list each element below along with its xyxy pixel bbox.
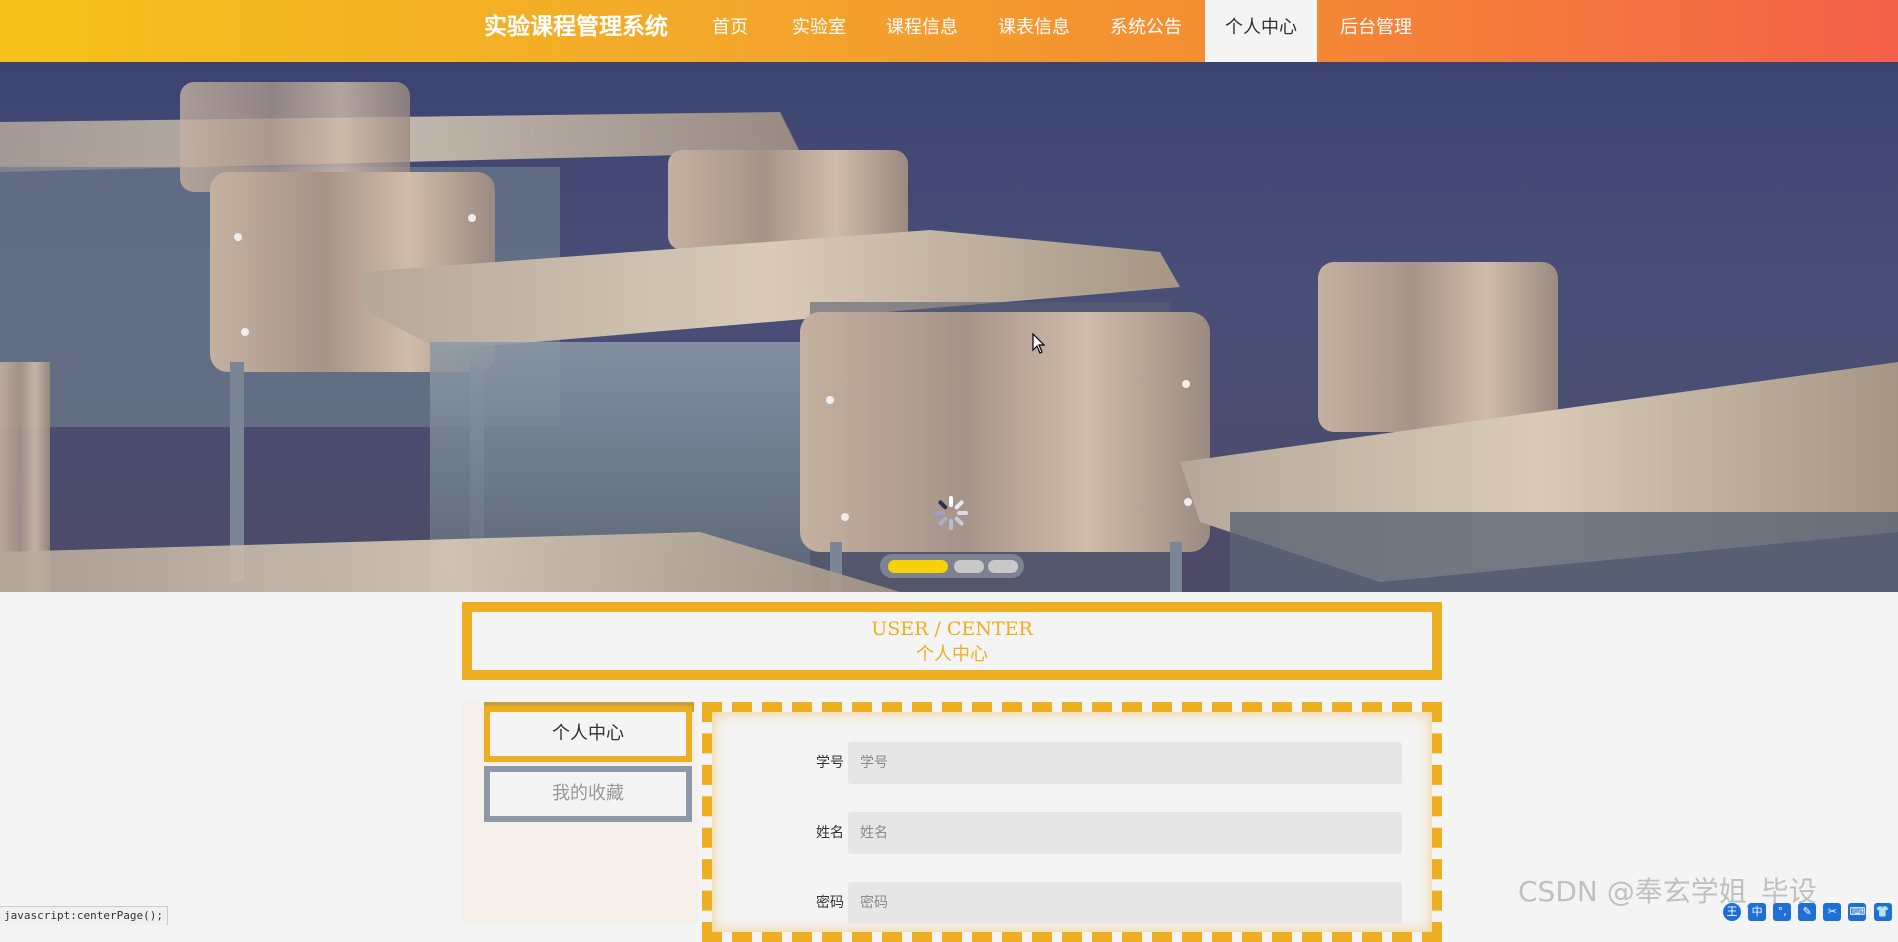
form-row-name: 姓名 <box>712 812 1432 854</box>
section-title-cn: 个人中心 <box>916 644 988 665</box>
nav-announcements[interactable]: 系统公告 <box>1100 0 1192 62</box>
nav-course-info[interactable]: 课程信息 <box>876 0 968 62</box>
side-menu-favorites[interactable]: 我的收藏 <box>484 766 692 822</box>
ime-logo-icon[interactable]: 王 <box>1723 903 1741 921</box>
browser-status-bar: javascript:centerPage(); <box>0 906 168 925</box>
nav-admin[interactable]: 后台管理 <box>1330 0 1422 62</box>
profile-form-panel: 学号 姓名 密码 <box>702 702 1442 942</box>
side-menu-personal-center[interactable]: 个人中心 <box>484 706 692 762</box>
chinese-mode-icon[interactable]: 中 <box>1748 903 1767 921</box>
nav-laboratory[interactable]: 实验室 <box>780 0 858 62</box>
section-title-en: USER / CENTER <box>871 618 1033 640</box>
nav-timetable-info[interactable]: 课表信息 <box>988 0 1080 62</box>
mouse-cursor-icon <box>1032 333 1046 354</box>
carousel-dot-2[interactable] <box>954 560 984 573</box>
handwriting-icon[interactable]: ✎ <box>1798 903 1817 921</box>
spinner-icon <box>934 496 968 530</box>
banner-carousel[interactable] <box>0 62 1898 592</box>
keyboard-icon[interactable]: ⌨ <box>1848 903 1867 921</box>
section-title-box: USER / CENTER 个人中心 <box>462 602 1442 680</box>
carousel-dot-1[interactable] <box>888 560 948 573</box>
site-title[interactable]: 实验课程管理系统 <box>484 0 668 54</box>
skin-icon[interactable]: 👕 <box>1873 903 1892 921</box>
punctuation-icon[interactable]: °, <box>1773 903 1792 921</box>
password-input[interactable] <box>848 882 1402 924</box>
student-id-input[interactable] <box>848 742 1402 784</box>
student-id-label: 学号 <box>816 755 844 771</box>
nav-home[interactable]: 首页 <box>700 0 760 62</box>
top-navbar: 实验课程管理系统 首页 实验室 课程信息 课表信息 系统公告 个人中心 后台管理 <box>0 0 1898 62</box>
name-input[interactable] <box>848 812 1402 854</box>
nav-personal-center[interactable]: 个人中心 <box>1205 0 1317 62</box>
tools-icon[interactable]: ✂ <box>1823 903 1842 921</box>
carousel-dot-3[interactable] <box>988 560 1018 573</box>
form-row-password: 密码 <box>712 882 1432 924</box>
password-label: 密码 <box>816 895 844 911</box>
form-row-student-id: 学号 <box>712 742 1432 784</box>
carousel-indicators <box>880 554 1024 578</box>
name-label: 姓名 <box>816 825 844 841</box>
ime-toolbar: 王 中 °, ✎ ✂ ⌨ 👕 <box>1722 900 1898 924</box>
